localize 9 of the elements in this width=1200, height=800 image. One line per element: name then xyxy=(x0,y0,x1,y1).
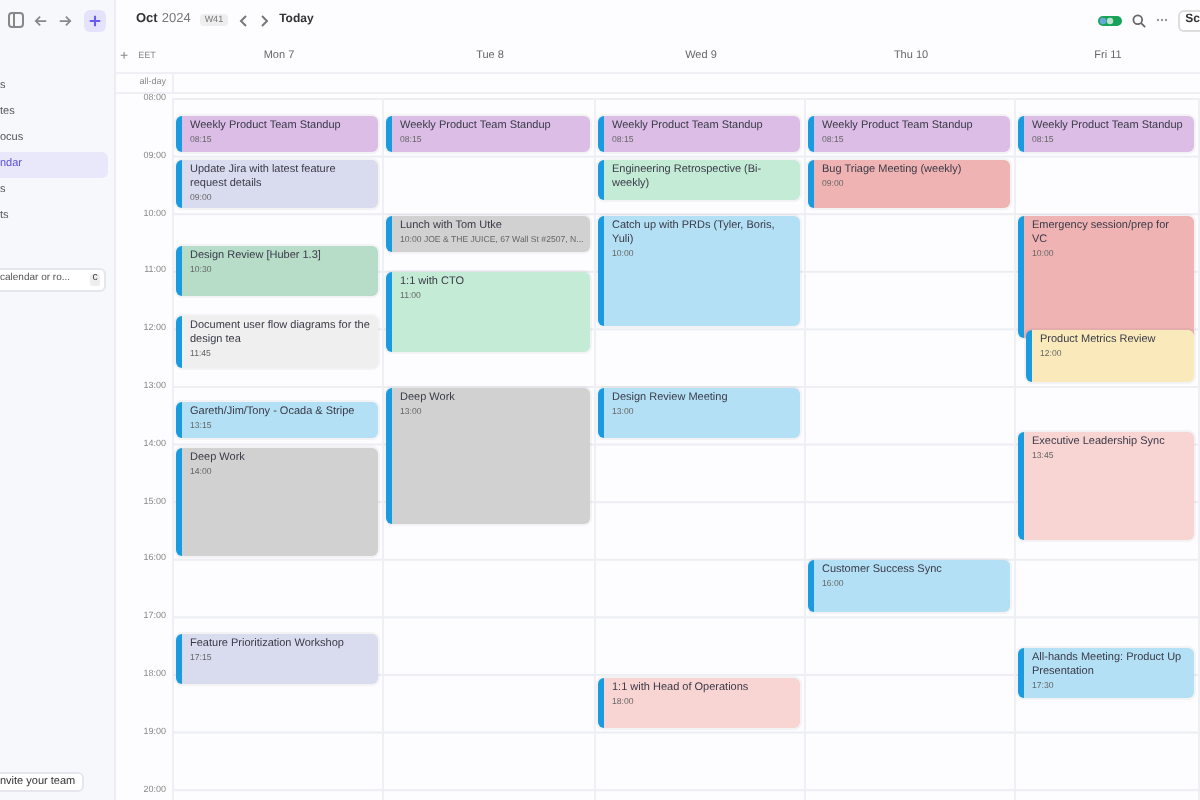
next-icon[interactable] xyxy=(259,13,270,27)
previous-icon[interactable] xyxy=(237,13,248,27)
search-icon[interactable] xyxy=(1131,13,1146,27)
forward-arrow-icon[interactable] xyxy=(58,13,72,27)
back-arrow-icon[interactable] xyxy=(34,13,48,27)
sidebar-toggle-icon[interactable] xyxy=(8,12,24,28)
add-button[interactable] xyxy=(84,9,106,31)
status-dots-icon[interactable] xyxy=(1097,15,1122,25)
plus-icon xyxy=(88,13,102,27)
